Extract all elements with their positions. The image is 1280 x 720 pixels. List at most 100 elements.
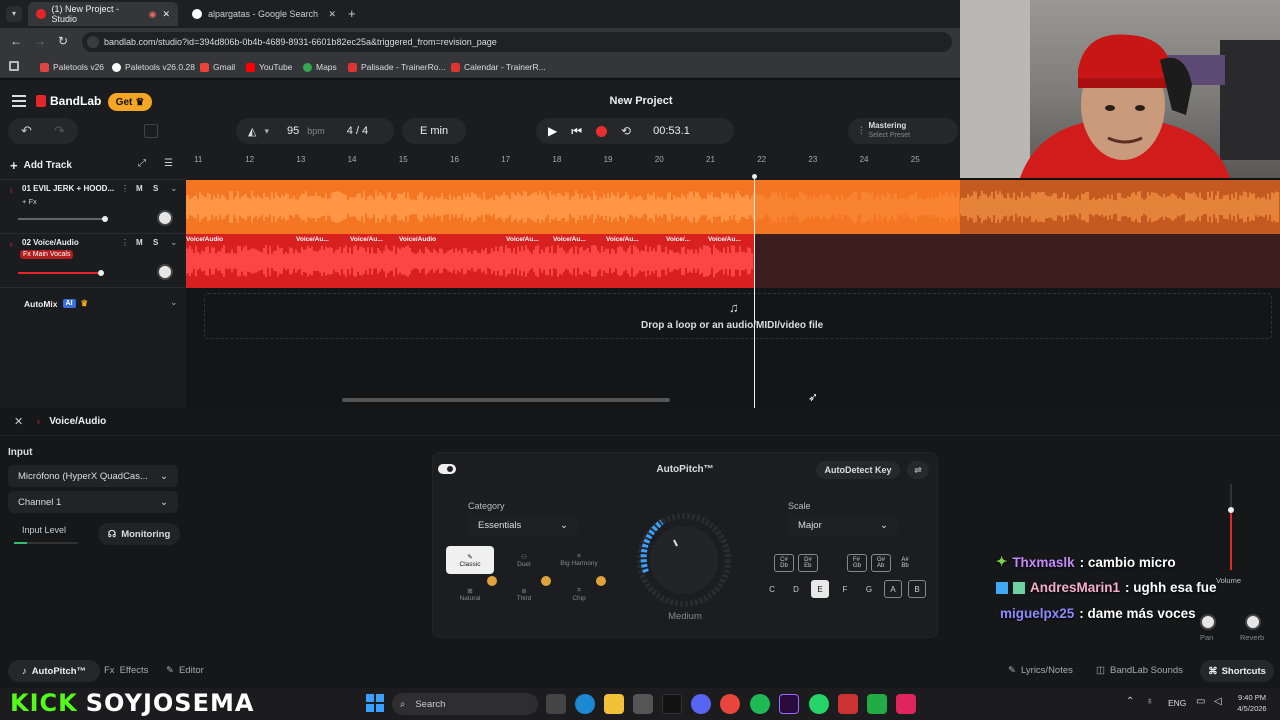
add-track-button[interactable]: + Add Track: [10, 158, 72, 173]
clip-label[interactable]: Voice/Au...: [553, 236, 586, 243]
undo-icon[interactable]: ↶: [21, 123, 32, 139]
reverb-knob[interactable]: [1245, 614, 1261, 630]
key-button[interactable]: E min: [402, 118, 466, 144]
whatsapp-icon[interactable]: [809, 694, 829, 714]
automix-row[interactable]: AutoMix AI ♛: [24, 298, 88, 309]
autopitch-amount-knob[interactable]: [632, 512, 742, 608]
get-button[interactable]: Get ♛: [108, 93, 152, 111]
clip-label[interactable]: Voice/Au...: [708, 236, 741, 243]
language-indicator[interactable]: ENG: [1168, 698, 1186, 708]
bookmark-paletools[interactable]: Paletools v26: [40, 58, 104, 76]
expand-track-icon[interactable]: ⌄: [170, 183, 178, 194]
tiktok-icon[interactable]: [662, 694, 682, 714]
key-a[interactable]: A: [884, 580, 902, 598]
category-select[interactable]: Essentials ⌄: [468, 514, 578, 536]
key-g[interactable]: G: [860, 580, 878, 598]
record-arm-icon[interactable]: ♁: [8, 186, 14, 195]
clip-label[interactable]: Voice/Au...: [296, 236, 329, 243]
key-c-sharp[interactable]: C# Db: [774, 554, 794, 572]
effect-classic[interactable]: ✎ Classic: [446, 546, 494, 574]
channel-select[interactable]: Channel 1 ⌄: [8, 491, 178, 513]
chrome-icon[interactable]: [720, 694, 740, 714]
horizontal-scrollbar[interactable]: [342, 398, 670, 402]
microphone-tray-icon[interactable]: ♁: [1146, 696, 1154, 707]
app-icon[interactable]: [838, 694, 858, 714]
clock[interactable]: 9:40 PM 4/5/2026: [1232, 692, 1272, 714]
menu-icon[interactable]: [12, 95, 26, 107]
autopitch-settings-icon[interactable]: ⇌: [907, 461, 929, 479]
key-f[interactable]: F: [836, 580, 854, 598]
volume-fader[interactable]: [1214, 480, 1244, 574]
automation-icon[interactable]: ⤢: [138, 158, 146, 169]
track-2-header[interactable]: ♁ 02 Voice/Audio Fx Main Vocals ⋮ M S ⌄: [0, 234, 186, 288]
shortcuts-button[interactable]: ⌘ Shortcuts: [1200, 660, 1274, 682]
clip-label[interactable]: Voice/Au...: [506, 236, 539, 243]
mixer-icon[interactable]: [144, 124, 158, 138]
loop-icon[interactable]: ⟲: [621, 124, 631, 138]
url-field[interactable]: bandlab.com/studio?id=394d806b-0b4b-4689…: [82, 32, 952, 52]
key-g-sharp[interactable]: G# Ab: [871, 554, 891, 572]
track-1-header[interactable]: ♁ 01 EVIL JERK + HOOD... + Fx ⋮ M S ⌄: [0, 180, 186, 234]
key-e[interactable]: E: [811, 580, 829, 598]
close-tab-icon[interactable]: ✕: [328, 9, 336, 20]
input-device-select[interactable]: Micrófono (HyperX QuadCas... ⌄: [8, 465, 178, 487]
key-d-sharp[interactable]: D# Eb: [798, 554, 818, 572]
track-options-icon[interactable]: ⋮: [121, 238, 129, 247]
key-c[interactable]: C: [763, 580, 781, 598]
bookmark-calendar[interactable]: Calendar - TrainerR...: [451, 58, 546, 76]
task-view-icon[interactable]: [546, 694, 566, 714]
key-b[interactable]: B: [908, 580, 926, 598]
bookmark-palisade[interactable]: Palisade - TrainerRo...: [348, 58, 446, 76]
app-icon[interactable]: [867, 694, 887, 714]
track-2-clips[interactable]: Voice/Audio Voice/Au... Voice/Au... Voice/A…: [186, 234, 754, 288]
effect-duet[interactable]: ⚇ Duet: [500, 546, 548, 574]
effect-natural[interactable]: ⊠ Natural: [446, 580, 494, 608]
tab-editor[interactable]: ✎ Editor: [166, 665, 204, 676]
bookmark-gmail[interactable]: Gmail: [200, 58, 235, 76]
clip-label[interactable]: Voice/...: [666, 236, 690, 243]
project-title[interactable]: New Project: [586, 95, 696, 107]
scale-select[interactable]: Major ⌄: [788, 514, 898, 536]
record-icon[interactable]: [596, 125, 608, 137]
premiere-icon[interactable]: [779, 694, 799, 714]
apps-grid-icon[interactable]: [9, 61, 19, 71]
volume-icon[interactable]: ◁: [1214, 696, 1222, 707]
track-settings-icon[interactable]: ☰: [164, 158, 173, 169]
autopitch-toggle[interactable]: [438, 464, 456, 474]
reload-icon[interactable]: ↻: [58, 34, 68, 48]
bookmark-maps[interactable]: Maps: [303, 58, 337, 76]
track-name[interactable]: 01 EVIL JERK + HOOD...: [22, 184, 122, 193]
redo-icon[interactable]: ↷: [54, 123, 65, 139]
tiktok-live-icon[interactable]: [896, 694, 916, 714]
pan-knob[interactable]: [157, 210, 173, 226]
clip-label[interactable]: Voice/Audio: [186, 236, 223, 243]
mute-button[interactable]: M: [136, 238, 143, 247]
effect-chip[interactable]: ⌗ Chip: [555, 580, 603, 608]
windows-start-icon[interactable]: [366, 694, 384, 712]
new-tab-button[interactable]: +: [348, 6, 356, 21]
bookmark-youtube[interactable]: YouTube: [246, 58, 292, 76]
record-arm-icon[interactable]: ♁: [8, 240, 14, 249]
site-info-icon[interactable]: [87, 36, 99, 48]
effect-third[interactable]: ⊕ Third: [500, 580, 548, 608]
time-signature[interactable]: 4 / 4: [347, 125, 368, 137]
mastering-button[interactable]: ⫶ Mastering Select Preset: [848, 118, 958, 144]
pan-knob[interactable]: [157, 264, 173, 280]
key-a-sharp[interactable]: A# Bb: [895, 554, 915, 572]
taskbar-search[interactable]: ⌕ Search: [392, 693, 538, 715]
volume-slider[interactable]: [18, 216, 108, 222]
metronome-dropdown-icon[interactable]: ▾: [264, 126, 269, 137]
tab-search-button[interactable]: ▾: [6, 6, 22, 22]
close-panel-icon[interactable]: ✕: [14, 415, 23, 428]
expand-track-icon[interactable]: ⌄: [170, 237, 178, 248]
network-icon[interactable]: ▭: [1196, 696, 1205, 707]
track-fx-preset[interactable]: Fx Main Vocals: [20, 250, 74, 259]
pan-knob-main[interactable]: [1200, 614, 1216, 630]
clip-label[interactable]: Voice/Au...: [606, 236, 639, 243]
playhead-handle[interactable]: [752, 174, 757, 179]
forward-icon[interactable]: →: [34, 34, 46, 48]
timeline-ruler[interactable]: 11 12 13 14 15 16 17 18 19 20 21 22 23 24 25: [186, 152, 960, 168]
bandlab-logo[interactable]: BandLab: [36, 94, 101, 108]
tab-autopitch[interactable]: ♪ AutoPitch™: [8, 660, 100, 682]
tab-studio[interactable]: (1) New Project - Studio ◉ ✕: [28, 2, 178, 26]
